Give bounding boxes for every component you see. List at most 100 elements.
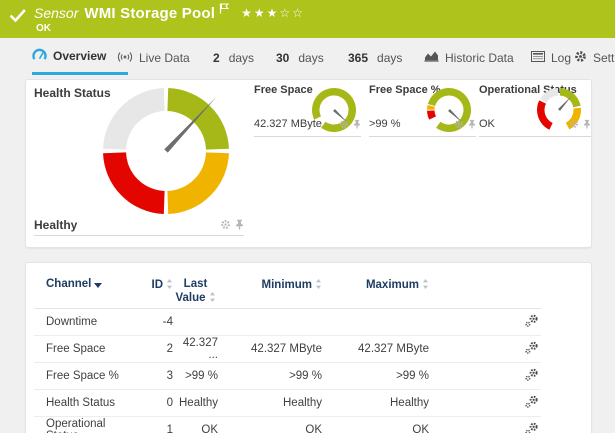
free-space-pct-value: >99 % [369,118,401,130]
sort-icon[interactable] [315,279,322,292]
health-status-widget: Health Status Healthy [26,80,248,249]
channel-edit-gears-icon[interactable] [525,314,539,327]
tab-label: days [377,50,403,65]
priority-flag-icon[interactable] [219,1,230,19]
channel-minimum: 42.327 MByte [251,343,322,355]
channel-edit-gears-icon[interactable] [525,395,539,408]
channel-id: 3 [166,370,173,382]
operational-status-widget: Operational Status OK [479,82,591,137]
overview-gauges-panel: Health Status Healthy Free Space 42.327 … [25,79,592,248]
channel-edit-gears-icon[interactable] [525,368,539,381]
star-icon[interactable]: ☆ [279,6,292,20]
pin-icon[interactable] [583,119,591,129]
tab-label: Settings [593,50,615,65]
channel-minimum: >99 % [289,370,322,382]
tab-historic-data[interactable]: Historic Data [424,40,514,75]
sort-icon[interactable] [422,279,429,292]
column-header-label: Last Value [175,278,208,304]
star-icon[interactable]: ☆ [292,6,305,20]
free-space-value: 42.327 MByte [254,118,322,130]
channel-edit-gears-icon[interactable] [525,341,539,354]
page-title: WMI Storage Pool [84,5,216,22]
tab-overview[interactable]: Overview [32,40,128,75]
channel-name: Health Status [46,397,116,409]
star-icon[interactable]: ★ [241,6,254,20]
sensor-header: Sensor WMI Storage Pool ★★★☆☆ OK [0,0,615,38]
sort-icon[interactable] [166,279,173,292]
star-icon[interactable]: ★ [267,6,280,20]
broadcast-icon [117,50,133,65]
tab-2-days[interactable]: 2 days [213,40,254,75]
channel-settings-gear-icon[interactable] [454,119,464,129]
column-header-id[interactable]: ID [138,278,173,291]
column-header-last-value[interactable]: Last Value [173,278,218,305]
channel-id: 2 [166,343,173,355]
column-header-label: Channel [46,278,92,290]
sensor-status-badge: OK [36,23,51,34]
column-header-minimum[interactable]: Minimum [218,278,322,291]
channel-maximum: Healthy [390,397,429,409]
operational-status-value: OK [479,118,495,130]
tab-bar: Overview Live Data 2 days 30 days 365 da… [0,38,615,79]
channel-id: 0 [166,397,173,409]
tab-settings[interactable]: Settings [574,40,615,75]
channel-maximum: 42.327 MByte [358,343,429,355]
channel-table-panel: Channel ID Last Value Minimum Maximum Do… [25,262,592,433]
channel-settings-gear-icon[interactable] [220,219,231,230]
tab-number: 2 [213,50,220,65]
status-check-icon [9,9,26,28]
tab-number: 30 [276,50,290,65]
sort-icon[interactable] [209,292,216,306]
log-icon [531,50,545,65]
table-row: Health Status 0 Healthy Healthy Healthy [34,390,541,417]
channel-last-value: >99 % [185,370,218,382]
channel-settings-gear-icon[interactable] [569,119,579,129]
health-status-gauge [103,88,229,214]
gauge-icon [32,48,47,64]
dropdown-arrow-icon[interactable] [94,279,103,291]
pin-icon[interactable] [235,219,244,230]
column-header-channel[interactable]: Channel [34,278,138,290]
channel-name: Operational Status [46,418,106,433]
column-header-maximum[interactable]: Maximum [322,278,429,291]
star-icon[interactable]: ★ [254,6,267,20]
pin-icon[interactable] [468,119,476,129]
star-rating[interactable]: ★★★☆☆ [241,6,305,20]
object-kind-label: Sensor [34,5,79,21]
free-space-widget: Free Space 42.327 MByte [254,82,361,137]
column-header-label: Minimum [261,279,312,291]
channel-minimum: OK [305,424,322,433]
health-status-value: Healthy [34,217,78,232]
column-header-label: ID [151,279,164,291]
tab-label: Live Data [139,50,190,65]
pin-icon[interactable] [353,119,361,129]
channel-id: -4 [162,316,173,328]
channel-id: 1 [166,424,173,433]
table-row: Downtime -4 [34,309,541,336]
channel-last-value: 42.327 ... [182,337,218,361]
table-row: Free Space 2 42.327 ... 42.327 MByte 42.… [34,336,541,363]
channel-settings-gear-icon[interactable] [339,119,349,129]
channel-edit-gears-icon[interactable] [525,422,539,433]
free-space-pct-widget: Free Space % >99 % [369,82,476,137]
channel-last-value: Healthy [179,397,218,409]
tab-log[interactable]: Log [531,40,571,75]
channel-name: Free Space [46,343,106,355]
channel-maximum: >99 % [396,370,429,382]
tab-live-data[interactable]: Live Data [117,40,190,75]
table-header-row: Channel ID Last Value Minimum Maximum [34,263,541,309]
channel-table: Channel ID Last Value Minimum Maximum Do… [34,263,541,433]
table-row: Free Space % 3 >99 % >99 % >99 % [34,363,541,390]
table-row: Operational Status 1 OK OK OK [34,417,541,433]
channel-name: Downtime [46,316,98,328]
tab-365-days[interactable]: 365 days [348,40,402,75]
tab-label: Historic Data [445,50,514,65]
channel-minimum: Healthy [283,397,322,409]
tab-30-days[interactable]: 30 days [276,40,324,75]
channel-name: Free Space % [46,370,119,382]
channel-last-value: OK [201,424,218,433]
tab-number: 365 [348,50,369,65]
prtg-sensor-page: Sensor WMI Storage Pool ★★★☆☆ OK Overvie… [0,0,615,433]
column-header-label: Maximum [365,279,419,291]
tab-label: days [298,50,324,65]
